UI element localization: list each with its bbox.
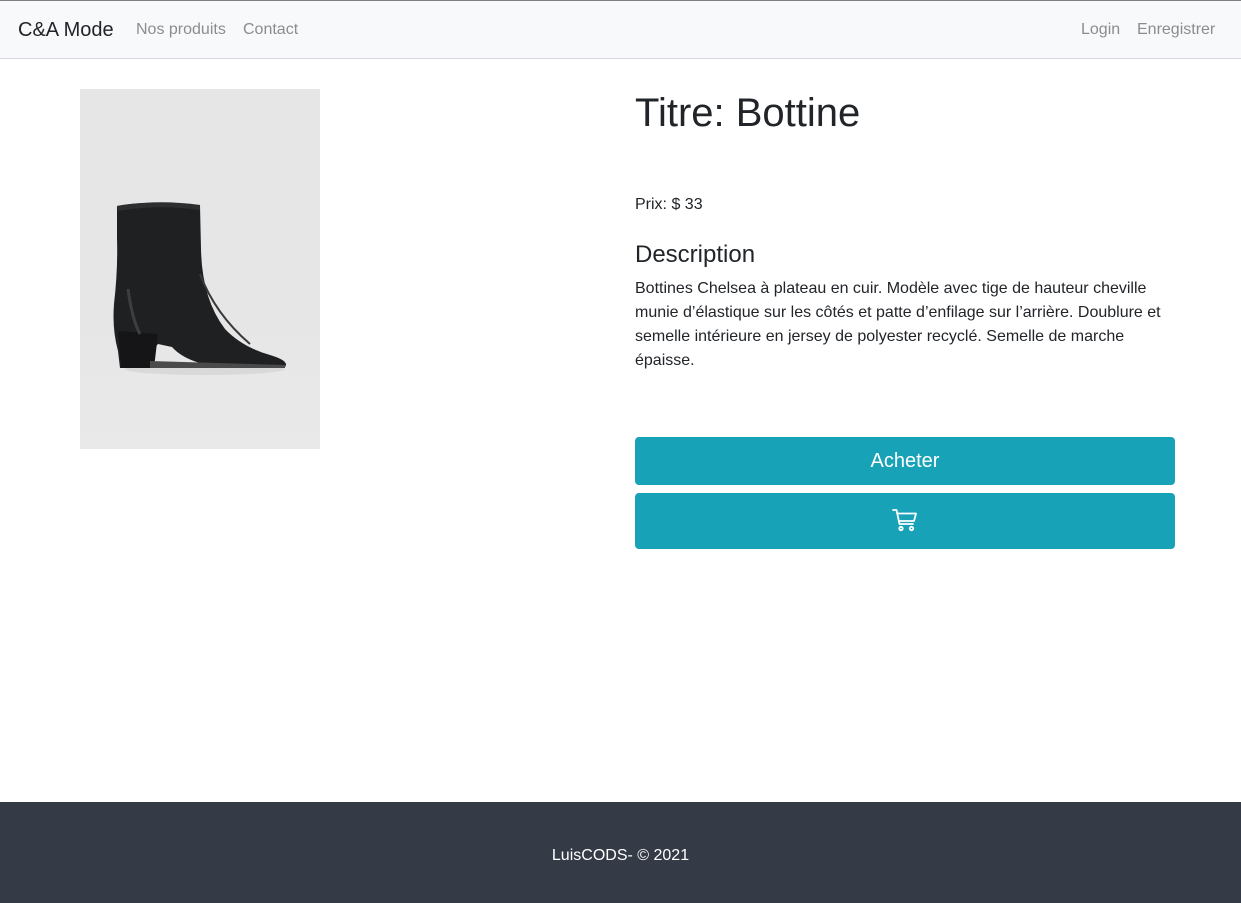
nav-link-products[interactable]: Nos produits [136, 20, 226, 40]
ankle-boot-icon [113, 202, 286, 375]
nav-link-register[interactable]: Enregistrer [1137, 20, 1215, 40]
product-price: Prix: $ 33 [635, 196, 703, 213]
cart-icon [892, 508, 918, 535]
footer-copyright: LuisCODS- © 2021 [551, 847, 690, 864]
footer: LuisCODS- © 2021 [0, 802, 1241, 903]
buy-button-label: Acheter [870, 449, 940, 472]
product-title: Titre: Bottine [635, 91, 861, 135]
nav-link-login[interactable]: Login [1081, 20, 1120, 40]
nav-link-contact[interactable]: Contact [243, 20, 298, 40]
add-to-cart-button[interactable] [635, 493, 1175, 549]
buy-button[interactable]: Acheter [635, 437, 1175, 485]
brand-link[interactable]: C&A Mode [18, 18, 114, 42]
product-image [80, 89, 320, 449]
navbar: C&A Mode Nos produits Contact Login Enre… [0, 0, 1241, 59]
description-text: Bottines Chelsea à plateau en cuir. Modè… [635, 280, 1161, 369]
description-heading: Description [635, 241, 756, 268]
